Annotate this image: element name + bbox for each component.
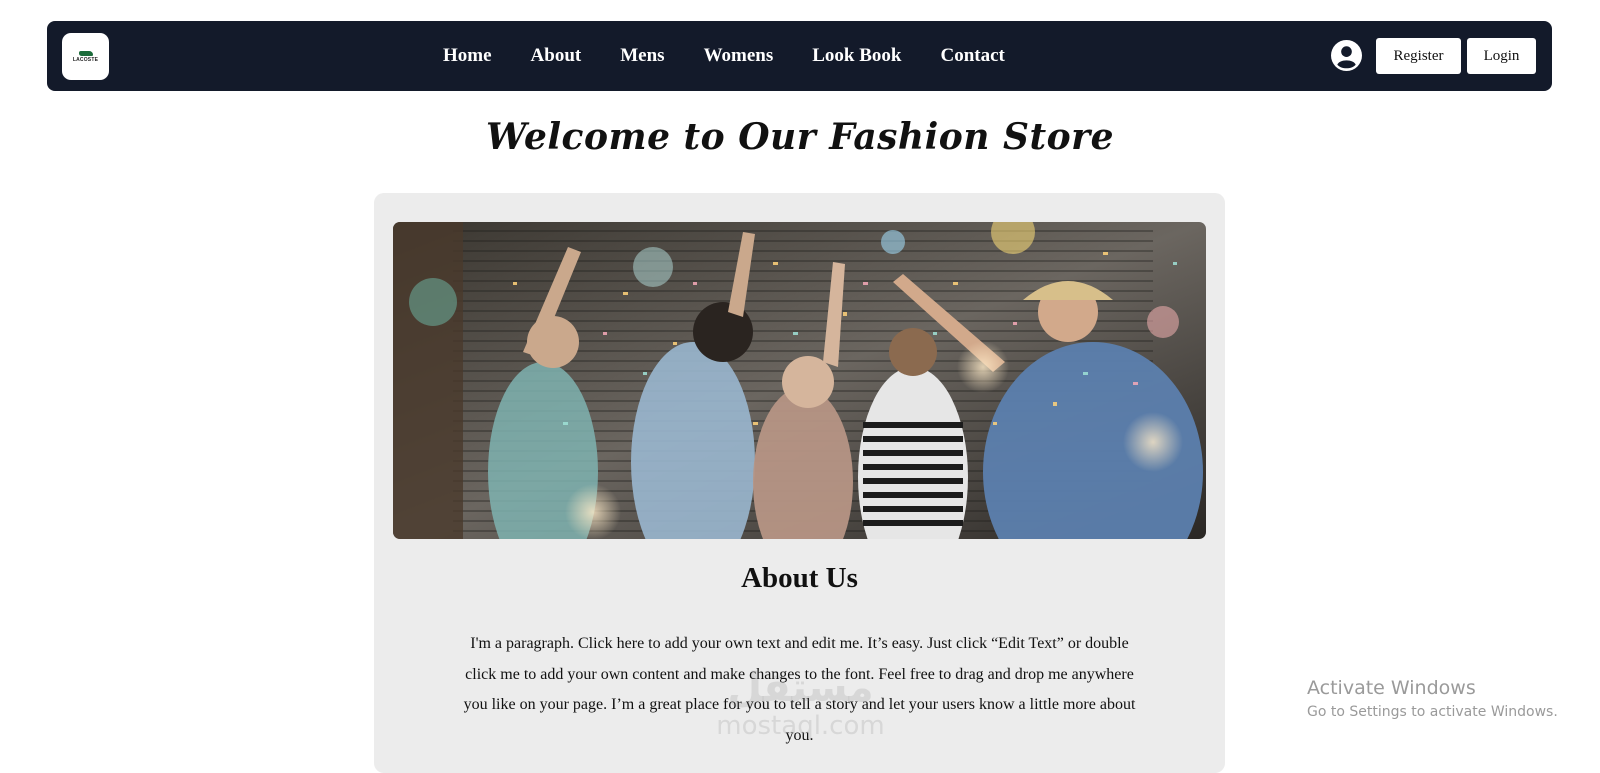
about-card: About Us I'm a paragraph. Click here to … xyxy=(374,193,1225,773)
welcome-title: Welcome to Our Fashion Store xyxy=(485,116,1114,158)
nav-about[interactable]: About xyxy=(531,45,582,67)
login-button[interactable]: Login xyxy=(1467,38,1536,74)
user-circle-icon[interactable] xyxy=(1331,40,1362,71)
navbar: LACOSTE Home About Mens Womens Look Book… xyxy=(47,21,1552,91)
activate-windows-subtitle: Go to Settings to activate Windows. xyxy=(1307,704,1558,720)
activate-windows-overlay: Activate Windows Go to Settings to activ… xyxy=(1307,677,1558,720)
register-button[interactable]: Register xyxy=(1376,38,1461,74)
crocodile-icon xyxy=(78,50,93,56)
activate-windows-title: Activate Windows xyxy=(1307,677,1476,699)
about-paragraph: I'm a paragraph. Click here to add your … xyxy=(463,635,1136,744)
nav-home[interactable]: Home xyxy=(443,45,492,67)
brand-logo-text: LACOSTE xyxy=(72,56,99,63)
nav-mens[interactable]: Mens xyxy=(620,45,664,67)
nav-womens[interactable]: Womens xyxy=(704,45,774,67)
brand-logo[interactable]: LACOSTE xyxy=(62,33,109,80)
about-heading: About Us xyxy=(741,562,858,594)
nav-look-book[interactable]: Look Book xyxy=(812,45,901,67)
main-nav: Home About Mens Womens Look Book Contact xyxy=(443,21,1005,91)
hero-image xyxy=(393,222,1206,539)
nav-contact[interactable]: Contact xyxy=(940,45,1004,67)
